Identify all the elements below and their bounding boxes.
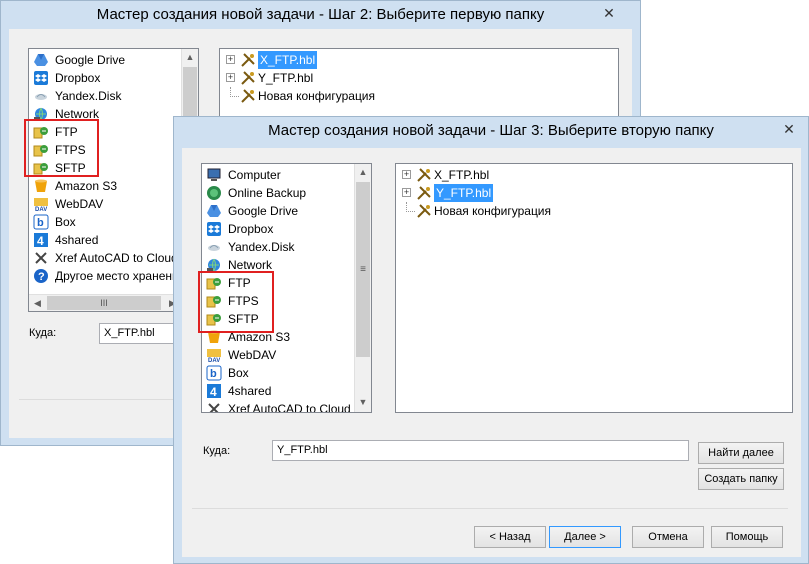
expand-icon[interactable]: + bbox=[402, 188, 411, 197]
tree-node-label: Y_FTP.hbl bbox=[258, 71, 314, 85]
svg-text:?: ? bbox=[38, 271, 45, 283]
webdav-icon: DAV bbox=[33, 196, 49, 213]
4shared-icon: 4 bbox=[206, 383, 222, 399]
storage-item-label: Dropbox bbox=[228, 222, 274, 236]
window-client: Computer Online Backup Google Drive Dropbox… bbox=[182, 148, 801, 557]
scroll-thumb-h[interactable]: III bbox=[47, 296, 161, 310]
storage-item-label: Xref AutoCAD to Cloud bbox=[228, 402, 351, 413]
tree-node[interactable]: + Y_FTP.hbl bbox=[402, 184, 782, 202]
tree-node[interactable]: + X_FTP.hbl bbox=[402, 166, 782, 184]
google-drive-icon bbox=[33, 52, 49, 68]
amazon-s3-icon bbox=[33, 178, 49, 194]
yandex-disk-icon bbox=[33, 88, 49, 104]
storage-item-label: 4shared bbox=[55, 233, 99, 247]
storage-item-label: Другое место хранения bbox=[55, 269, 186, 283]
xref-icon bbox=[206, 401, 222, 412]
expand-icon[interactable]: + bbox=[226, 55, 235, 64]
storage-item-label: Dropbox bbox=[55, 71, 101, 85]
destination-field[interactable]: Y_FTP.hbl bbox=[272, 440, 689, 461]
svg-text:DAV: DAV bbox=[208, 358, 220, 363]
dropbox-icon bbox=[206, 221, 222, 237]
scroll-left-icon[interactable]: ◀ bbox=[29, 295, 46, 311]
cancel-button[interactable]: Отмена bbox=[632, 526, 704, 548]
config-icon bbox=[240, 88, 256, 104]
close-icon[interactable]: ✕ bbox=[777, 119, 801, 139]
tree-node[interactable]: Новая конфигурация bbox=[402, 202, 782, 220]
tree-node-label: X_FTP.hbl bbox=[258, 51, 318, 69]
xref-icon bbox=[33, 250, 49, 266]
scroll-up-icon[interactable]: ▲ bbox=[182, 49, 198, 66]
config-icon bbox=[416, 203, 432, 219]
tree-node-label: Y_FTP.hbl bbox=[434, 184, 494, 202]
storage-item-label: Google Drive bbox=[228, 204, 299, 218]
next-button[interactable]: Далее > bbox=[549, 526, 621, 548]
webdav-icon: DAV bbox=[206, 347, 222, 364]
storage-item-label: Google Drive bbox=[55, 53, 126, 67]
highlight-box bbox=[24, 119, 99, 177]
config-icon bbox=[416, 185, 432, 201]
storage-item-label: Box bbox=[55, 215, 76, 229]
computer-icon bbox=[206, 167, 222, 183]
divider bbox=[19, 399, 179, 400]
yandex-disk-icon bbox=[206, 239, 222, 255]
svg-text:4: 4 bbox=[37, 234, 44, 248]
config-icon bbox=[416, 167, 432, 183]
storage-item-label: Computer bbox=[228, 168, 281, 182]
find-next-button[interactable]: Найти далее bbox=[698, 442, 784, 464]
destination-label: Куда: bbox=[29, 327, 57, 339]
online-backup-icon bbox=[206, 185, 222, 201]
svg-text:4: 4 bbox=[210, 385, 217, 399]
google-drive-icon bbox=[206, 203, 222, 219]
scroll-up-icon[interactable]: ▲ bbox=[355, 164, 371, 181]
scroll-down-icon[interactable]: ▼ bbox=[355, 394, 371, 411]
back-button[interactable]: < Назад bbox=[474, 526, 546, 548]
expand-icon[interactable]: + bbox=[226, 73, 235, 82]
highlight-box bbox=[198, 271, 274, 333]
config-icon bbox=[240, 52, 256, 68]
storage-item-label: Xref AutoCAD to Cloud bbox=[55, 251, 178, 265]
expand-icon[interactable]: + bbox=[402, 170, 411, 179]
storage-item-label: Online Backup bbox=[228, 186, 307, 200]
vertical-scrollbar[interactable]: ▲ ≡ ▼ bbox=[354, 164, 371, 412]
box-icon: b bbox=[33, 214, 49, 230]
tree-node[interactable]: + Y_FTP.hbl bbox=[226, 69, 606, 87]
tree-node-label: Новая конфигурация bbox=[434, 204, 552, 218]
config-icon bbox=[240, 70, 256, 86]
svg-text:b: b bbox=[210, 368, 217, 380]
tree-connector bbox=[406, 202, 415, 212]
storage-item-label: WebDAV bbox=[228, 348, 277, 362]
storage-item-label: Yandex.Disk bbox=[228, 240, 295, 254]
folder-tree[interactable]: + X_FTP.hbl + Y_FTP.hbl Новая конфигурация bbox=[395, 163, 793, 413]
storage-item-label: Box bbox=[228, 366, 249, 380]
dropbox-icon bbox=[33, 70, 49, 86]
storage-item-label: 4shared bbox=[228, 384, 272, 398]
destination-label: Куда: bbox=[203, 445, 231, 457]
window-title: Мастер создания новой задачи - Шаг 2: Вы… bbox=[96, 6, 545, 23]
storage-item-label: Yandex.Disk bbox=[55, 89, 122, 103]
create-folder-button[interactable]: Создать папку bbox=[698, 468, 784, 490]
close-icon[interactable]: ✕ bbox=[597, 3, 621, 23]
window-title: Мастер создания новой задачи - Шаг 3: Вы… bbox=[268, 122, 714, 139]
tree-node[interactable]: + X_FTP.hbl bbox=[226, 51, 606, 69]
svg-text:DAV: DAV bbox=[35, 207, 47, 212]
help-icon: ? bbox=[33, 268, 49, 284]
scroll-thumb[interactable] bbox=[183, 67, 197, 121]
scroll-thumb[interactable]: ≡ bbox=[356, 182, 370, 357]
help-button[interactable]: Помощь bbox=[711, 526, 783, 548]
storage-item-label: Amazon S3 bbox=[55, 179, 118, 193]
tree-node-label: Новая конфигурация bbox=[258, 89, 376, 103]
tree-node-label: X_FTP.hbl bbox=[434, 168, 490, 182]
divider bbox=[192, 508, 788, 509]
storage-item-label: WebDAV bbox=[55, 197, 104, 211]
window-step3: Мастер создания новой задачи - Шаг 3: Вы… bbox=[173, 116, 809, 564]
4shared-icon: 4 bbox=[33, 232, 49, 248]
svg-text:b: b bbox=[37, 217, 44, 229]
tree-node[interactable]: Новая конфигурация bbox=[226, 87, 606, 105]
box-icon: b bbox=[206, 365, 222, 381]
tree-connector bbox=[230, 87, 239, 97]
